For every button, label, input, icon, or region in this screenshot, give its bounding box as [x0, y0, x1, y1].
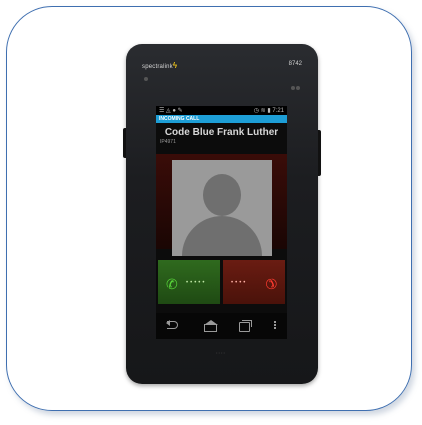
contact-avatar [172, 160, 272, 256]
speaker-grille: • • • • [216, 350, 225, 355]
volume-button[interactable] [123, 128, 126, 158]
navigation-bar [156, 313, 287, 339]
incoming-call-banner: INCOMING CALL [156, 115, 287, 123]
avatar-head-icon [203, 174, 241, 216]
answer-call-button[interactable]: ✆ ••••• [158, 260, 220, 304]
status-icons: ◷ ≋ ▮ 7:21 [253, 108, 284, 114]
decline-call-button[interactable]: •••• ✆ [223, 260, 285, 304]
sensor-dot [144, 77, 148, 81]
home-icon[interactable] [202, 320, 218, 332]
phone-decline-icon: ✆ [261, 274, 282, 294]
recent-apps-icon[interactable] [237, 320, 253, 332]
phone-device: spectralinkϟ 8742 ☰ ◬ ● ✎ ◷ ≋ ▮ 7:21 INC… [123, 44, 321, 384]
extension-number: 8742 [288, 61, 302, 67]
brand-bolt-icon: ϟ [172, 61, 178, 70]
avatar-body-icon [182, 216, 262, 256]
phone-screen: ☰ ◬ ● ✎ ◷ ≋ ▮ 7:21 INCOMING CALL Code Bl… [156, 106, 287, 339]
status-bar: ☰ ◬ ● ✎ ◷ ≋ ▮ 7:21 [156, 106, 287, 115]
swipe-dots-icon: •••• [231, 280, 248, 286]
notification-icons: ☰ ◬ ● ✎ [159, 108, 183, 114]
phone-answer-icon: ✆ [166, 276, 178, 292]
caller-name: Code Blue Frank Luther [164, 127, 279, 138]
camera-dots [290, 77, 300, 90]
power-button[interactable] [318, 130, 321, 176]
brand-text: spectralink [142, 64, 173, 70]
caller-id: IP4971 [160, 139, 176, 145]
brand-logo: spectralinkϟ [142, 61, 177, 70]
menu-icon[interactable] [273, 320, 277, 332]
back-icon[interactable] [165, 320, 182, 332]
swipe-dots-icon: ••••• [186, 280, 207, 286]
